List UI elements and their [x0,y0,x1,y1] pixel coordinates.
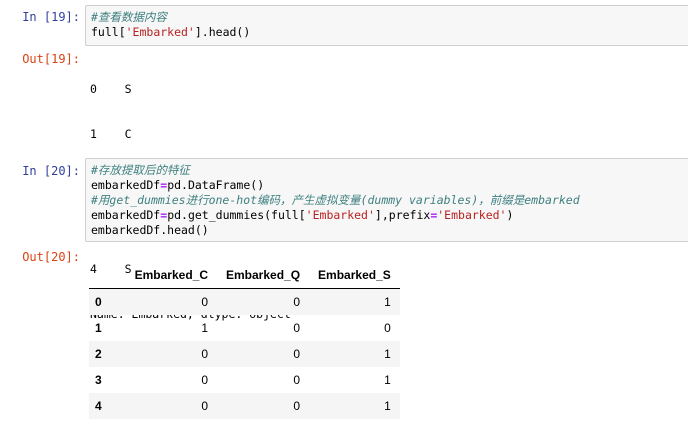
table-row: 0 0 0 1 [89,288,400,315]
table-cell: 1 [384,295,391,309]
code-editor-19[interactable]: #查看数据内容 full['Embarked'].head() [85,5,688,46]
table-header-row: Embarked_C Embarked_Q Embarked_S [89,262,400,289]
code-comment: #存放提取后的特征 [91,163,190,177]
code-token: embarkedDf.head() [91,223,209,237]
code-token: ) [506,208,514,222]
table-header-cell: Embarked_Q [217,262,310,289]
code-token: pd.DataFrame() [167,178,265,192]
output-line: 0 S [90,82,132,96]
code-token: ],prefix [374,208,431,222]
code-string: 'Embarked' [437,208,507,222]
code-line: #存放提取后的特征 [91,163,683,178]
code-string: 'Embarked' [125,25,195,39]
code-token: pd.get_dummies(full[ [167,208,306,222]
row-index: 0 [95,295,102,309]
output-line: 1 C [90,127,132,141]
table-cell: 0 [293,399,301,413]
input-prompt-20: In [20]: [22,164,80,178]
row-index: 3 [95,373,102,387]
code-token: full[ [91,25,126,39]
code-token: ].head() [194,25,251,39]
row-index: 2 [95,347,102,361]
dataframe-table: Embarked_C Embarked_Q Embarked_S 0 0 0 1… [89,262,400,419]
code-editor-20[interactable]: #存放提取后的特征 embarkedDf=pd.DataFrame() #用ge… [85,158,688,242]
table-row: 1 1 0 0 [89,315,400,341]
code-comment: #查看数据内容 [91,10,167,24]
table-header-cell: Embarked_S [309,262,400,289]
code-line: embarkedDf=pd.DataFrame() [91,178,683,193]
table-cell: 0 [293,347,301,361]
table-row: 2 0 0 1 [89,341,400,367]
table-cell: 0 [384,321,391,335]
table-row: 4 0 0 1 [89,393,400,419]
table-header-cell: Embarked_C [121,262,217,289]
code-string: 'Embarked' [305,208,375,222]
table-cell: 0 [293,373,301,387]
code-line: #用get_dummies进行one-hot编码，产生虚拟变量(dummy va… [91,193,683,208]
output-prompt-20: Out[20]: [22,250,80,264]
table-cell: 1 [384,399,391,413]
table-header-index [89,262,121,289]
table-cell: 1 [384,373,391,387]
row-index: 1 [95,321,102,335]
code-line: #查看数据内容 [91,10,683,25]
table-cell: 0 [201,373,208,387]
row-index: 4 [95,399,102,413]
code-line: embarkedDf.head() [91,223,683,238]
code-line: embarkedDf=pd.get_dummies(full['Embarked… [91,208,683,223]
table-cell: 1 [384,347,391,361]
table-cell: 0 [293,295,301,309]
table-cell: 0 [201,399,208,413]
code-token: embarkedDf [91,178,161,192]
table-cell: 1 [201,321,208,335]
code-line: full['Embarked'].head() [91,25,683,40]
table-cell: 0 [201,347,208,361]
code-token: embarkedDf [91,208,161,222]
table-cell: 0 [293,321,301,335]
output-prompt-19: Out[19]: [22,52,80,66]
input-prompt-19: In [19]: [22,10,80,24]
code-comment: #用get_dummies进行one-hot编码，产生虚拟变量(dummy va… [91,193,580,207]
table-row: 3 0 0 1 [89,367,400,393]
table-cell: 0 [201,295,208,309]
